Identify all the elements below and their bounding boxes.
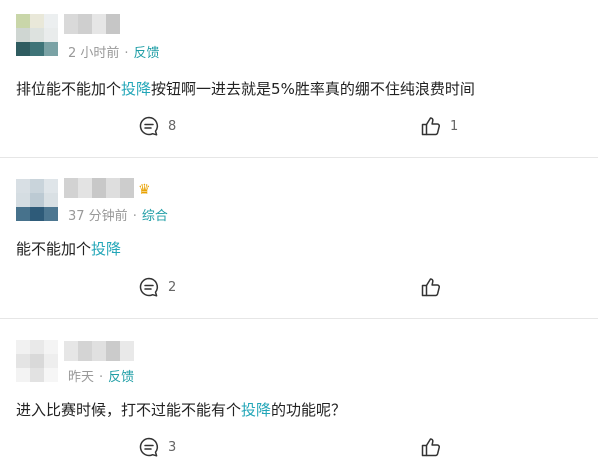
post-card[interactable]: 2 小时前 · 反馈 排位能不能加个投降按钮啊一进去就是5%胜率真的绷不住纯浪费时间… (0, 0, 598, 157)
comment-button[interactable]: 2 (138, 276, 176, 298)
thumbs-up-icon (421, 278, 441, 297)
keyword-highlight: 投降 (91, 240, 122, 258)
post-feed: 2 小时前 · 反馈 排位能不能加个投降按钮啊一进去就是5%胜率真的绷不住纯浪费时间… (0, 0, 598, 470)
post-meta: 昨天 · 反馈 (68, 366, 134, 385)
comment-button[interactable]: 8 (138, 115, 176, 137)
comment-count: 2 (168, 279, 177, 295)
like-button[interactable] (420, 276, 450, 298)
post-card[interactable]: 昨天 · 反馈 进入比赛时候，打不过能不能有个投降的功能呢？ 3 (0, 318, 598, 471)
meta-separator: · (99, 370, 104, 385)
comment-bubble-icon (139, 277, 158, 297)
username-blurred[interactable] (64, 178, 134, 198)
meta-separator: · (124, 46, 129, 61)
like-button[interactable]: 1 (420, 115, 458, 137)
post-time: 2 小时前 (68, 46, 120, 61)
category-tag[interactable]: 反馈 (134, 46, 160, 61)
post-time: 37 分钟前 (68, 209, 128, 224)
username-blurred[interactable] (64, 14, 120, 34)
avatar[interactable] (16, 14, 58, 56)
avatar[interactable] (16, 340, 58, 382)
post-text[interactable]: 排位能不能加个投降按钮啊一进去就是5%胜率真的绷不住纯浪费时间 (16, 78, 475, 99)
avatar[interactable] (16, 179, 58, 221)
post-text[interactable]: 进入比赛时候，打不过能不能有个投降的功能呢？ (16, 399, 346, 420)
thumbs-up-icon (421, 438, 441, 457)
post-time: 昨天 (68, 370, 95, 385)
keyword-highlight: 投降 (241, 401, 272, 419)
keyword-highlight: 投降 (121, 80, 152, 98)
like-button[interactable] (420, 436, 450, 458)
post-text[interactable]: 能不能加个投降 (16, 238, 121, 259)
post-meta: 37 分钟前 · 综合 (68, 205, 168, 224)
comment-bubble-icon (139, 116, 158, 136)
thumbs-up-icon (421, 117, 441, 136)
category-tag[interactable]: 综合 (142, 209, 168, 224)
post-card[interactable]: ♛ 37 分钟前 · 综合 能不能加个投降 2 (0, 157, 598, 319)
meta-separator: · (132, 209, 137, 224)
comment-button[interactable]: 3 (138, 436, 176, 458)
username-blurred[interactable] (64, 341, 134, 361)
crown-badge-icon: ♛ (138, 182, 151, 198)
comment-bubble-icon (139, 437, 158, 457)
post-meta: 2 小时前 · 反馈 (68, 42, 160, 61)
comment-count: 3 (168, 439, 177, 455)
comment-count: 8 (168, 118, 177, 134)
like-count: 1 (450, 118, 459, 134)
category-tag[interactable]: 反馈 (108, 370, 134, 385)
